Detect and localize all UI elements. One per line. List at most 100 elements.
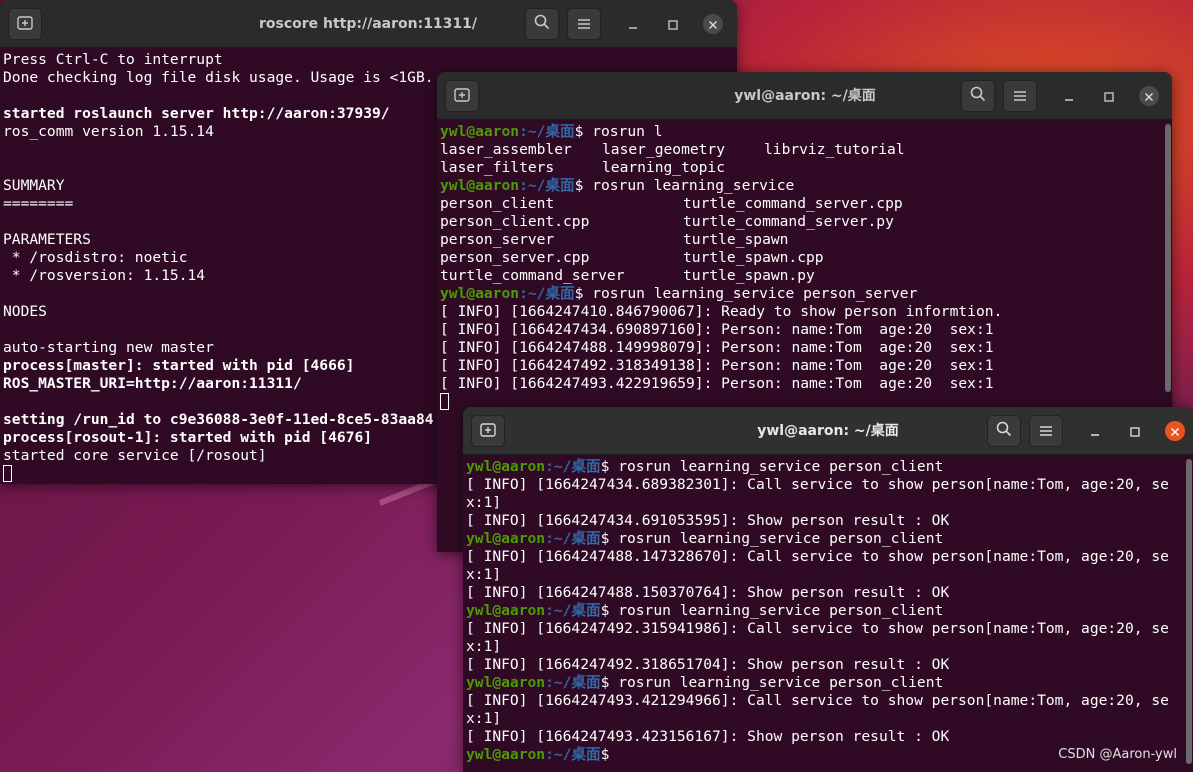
prompt-sign: $ <box>574 177 593 194</box>
titlebar[interactable]: ywl@aaron: ~/桌面 <box>463 407 1193 455</box>
close-icon <box>1170 422 1180 441</box>
prompt-user: ywl@aaron <box>466 458 546 475</box>
output-line: laser_assembler laser_geometry librviz_tut… <box>440 141 1169 159</box>
minimize-icon <box>1064 87 1074 106</box>
scrollbar[interactable] <box>1165 124 1171 392</box>
prompt-user: ywl@aaron <box>466 602 546 619</box>
command-text: rosrun l <box>592 123 663 140</box>
maximize-icon <box>1104 87 1114 106</box>
output-line: [ INFO] [1664247493.421294966]: Call ser… <box>466 692 1169 709</box>
prompt-user: ywl@aaron <box>466 746 546 763</box>
new-tab-icon <box>480 422 496 441</box>
prompt-sign: $ <box>574 285 593 302</box>
prompt-user: ywl@aaron <box>466 530 546 547</box>
search-icon <box>996 421 1012 441</box>
search-button[interactable] <box>987 415 1021 447</box>
completion-item: librviz_tutorial <box>764 141 905 158</box>
close-button[interactable] <box>1165 421 1185 441</box>
prompt-path: :~/桌面 <box>545 746 601 763</box>
command-text: rosrun learning_service person_client <box>618 530 944 547</box>
output-line: person_client.cpp turtle_command_server.p… <box>440 213 1169 231</box>
hamburger-menu-icon <box>577 15 591 34</box>
prompt-line: ywl@aaron:~/桌面$ rosrun learning_service … <box>466 602 1190 620</box>
command-text: rosrun learning_service person_client <box>618 458 944 475</box>
minimize-button[interactable] <box>1085 421 1105 441</box>
close-button[interactable] <box>1139 86 1159 106</box>
minimize-button[interactable] <box>623 14 643 34</box>
maximize-button[interactable] <box>663 14 683 34</box>
cursor <box>440 393 449 410</box>
search-button[interactable] <box>961 80 995 112</box>
completion-item: turtle_spawn.py <box>683 267 815 284</box>
output-line: [ INFO] [1664247410.846790067]: Ready to… <box>440 303 1003 320</box>
completion-item: turtle_spawn <box>683 231 789 248</box>
completion-item: turtle_command_server <box>440 267 625 284</box>
output-line: Press Ctrl-C to interrupt <box>3 51 223 68</box>
new-tab-button[interactable] <box>8 8 42 40</box>
prompt-line: ywl@aaron:~/桌面$ rosrun learning_service … <box>466 530 1190 548</box>
output-line: [ INFO] [1664247488.150370764]: Show per… <box>466 584 950 601</box>
command-text: rosrun learning_service person_client <box>618 674 944 691</box>
hamburger-menu-icon <box>1039 422 1053 441</box>
minimize-icon <box>628 15 638 34</box>
output-line: x:1] <box>466 566 502 583</box>
output-line: laser_filters learning_topic <box>440 159 1169 177</box>
titlebar[interactable]: roscore http://aaron:11311/ <box>0 0 737 48</box>
prompt-path: :~/桌面 <box>519 123 575 140</box>
command-text: rosrun learning_service <box>592 177 795 194</box>
completion-item: turtle_spawn.cpp <box>683 249 824 266</box>
completion-item: person_client <box>440 195 555 212</box>
completion-item: learning_topic <box>602 159 726 176</box>
completion-item: person_server <box>440 231 555 248</box>
output-line: x:1] <box>466 638 502 655</box>
output-line: [ INFO] [1664247492.315941986]: Call ser… <box>466 620 1169 637</box>
prompt-user: ywl@aaron <box>466 674 546 691</box>
prompt-line: ywl@aaron:~/桌面$ rosrun learning_service … <box>466 674 1190 692</box>
window-title: ywl@aaron: ~/桌面 <box>734 88 876 104</box>
prompt-path: :~/桌面 <box>519 177 575 194</box>
completion-item: laser_filters <box>440 159 555 176</box>
output-line: [ INFO] [1664247493.423156167]: Show per… <box>466 728 950 745</box>
menu-button[interactable] <box>1003 80 1037 112</box>
maximize-button[interactable] <box>1125 421 1145 441</box>
prompt-sign: $ <box>574 123 593 140</box>
command-text: rosrun learning_service person_client <box>618 602 944 619</box>
output-line: person_server turtle_spawn <box>440 231 1169 249</box>
cursor <box>3 465 12 482</box>
completion-item: person_server.cpp <box>440 249 590 266</box>
new-tab-button[interactable] <box>445 80 479 112</box>
person-client-terminal-window[interactable]: ywl@aaron: ~/桌面 ywl@aaron:~/桌面$ rosrun l… <box>463 407 1193 772</box>
minimize-button[interactable] <box>1059 86 1079 106</box>
close-icon <box>708 15 718 34</box>
close-icon <box>1144 87 1154 106</box>
prompt-user: ywl@aaron <box>440 285 520 302</box>
output-line: [ INFO] [1664247434.689382301]: Call ser… <box>466 476 1169 493</box>
prompt-sign: $ <box>600 458 619 475</box>
prompt-path: :~/桌面 <box>519 285 575 302</box>
new-tab-button[interactable] <box>471 415 505 447</box>
terminal-output[interactable]: ywl@aaron:~/桌面$ rosrun learning_service … <box>463 456 1193 772</box>
titlebar[interactable]: ywl@aaron: ~/桌面 <box>437 72 1172 120</box>
window-title: roscore http://aaron:11311/ <box>258 16 478 32</box>
menu-button[interactable] <box>567 8 601 40</box>
minimize-icon <box>1090 422 1100 441</box>
completion-item: turtle_command_server.py <box>683 213 894 230</box>
watermark: CSDN @Aaron-ywl <box>1058 747 1177 762</box>
scrollbar[interactable] <box>1186 459 1192 764</box>
maximize-icon <box>1130 422 1140 441</box>
output-line: [ INFO] [1664247492.318349138]: Person: … <box>440 357 994 374</box>
new-tab-icon <box>454 87 470 106</box>
completion-item <box>764 159 964 177</box>
output-line: turtle_command_server turtle_spawn.py <box>440 267 1169 285</box>
prompt-sign: $ <box>600 746 619 763</box>
output-line: x:1] <box>466 710 502 727</box>
output-line: [ INFO] [1664247488.149998079]: Person: … <box>440 339 994 356</box>
menu-button[interactable] <box>1029 415 1063 447</box>
output-line: x:1] <box>466 494 502 511</box>
maximize-button[interactable] <box>1099 86 1119 106</box>
close-button[interactable] <box>703 14 723 34</box>
prompt-path: :~/桌面 <box>545 458 601 475</box>
output-line: [ INFO] [1664247434.691053595]: Show per… <box>466 512 950 529</box>
search-button[interactable] <box>525 8 559 40</box>
hamburger-menu-icon <box>1013 87 1027 106</box>
